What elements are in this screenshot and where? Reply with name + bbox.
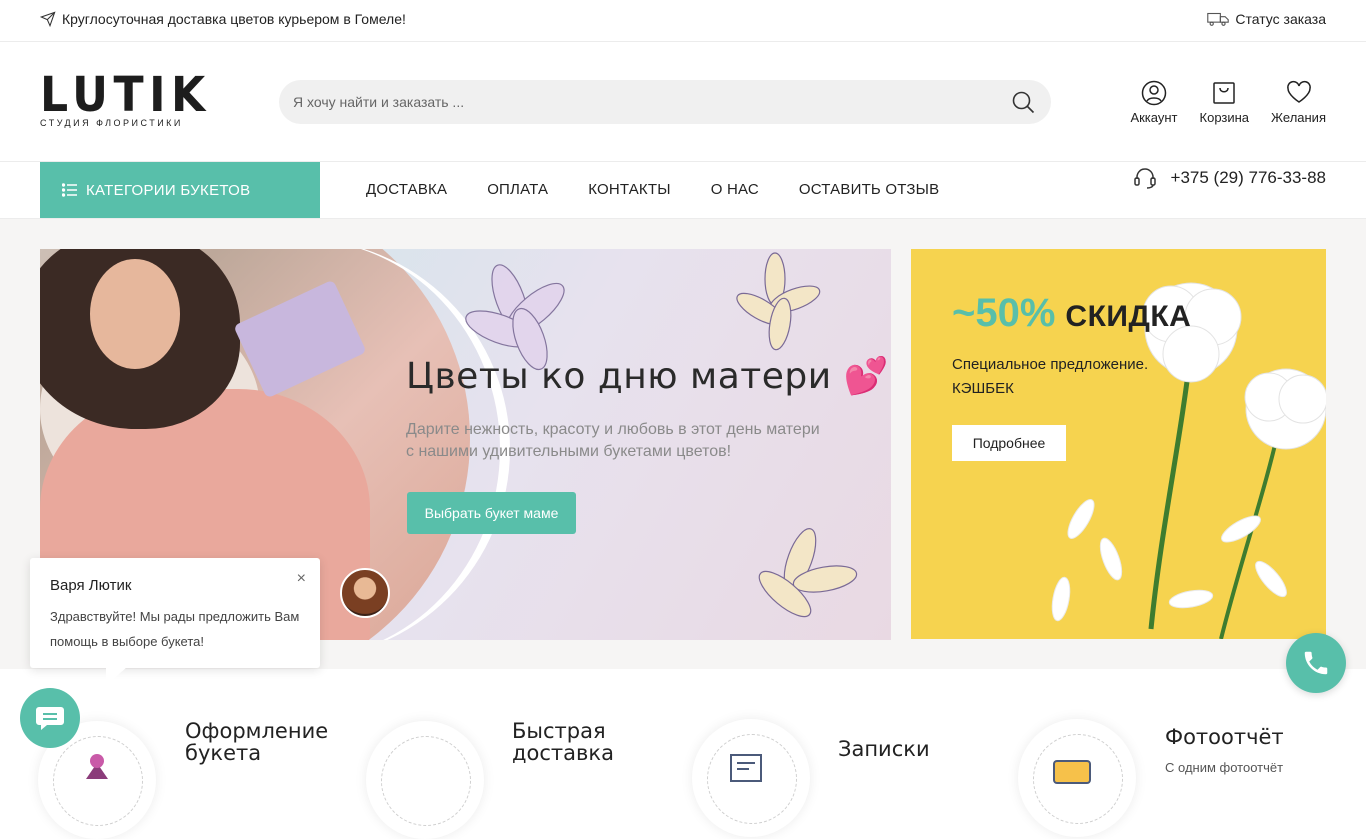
site-header: LUTIK СТУДИЯ ФЛОРИСТИКИ Аккаунт Корзина …	[0, 42, 1366, 162]
bouquet-icon	[86, 754, 108, 779]
delivery-text: Круглосуточная доставка цветов курьером …	[62, 11, 406, 27]
order-status-link[interactable]: Статус заказа	[1207, 11, 1326, 27]
nav-link-delivery[interactable]: ДОСТАВКА	[366, 181, 447, 198]
search-icon[interactable]	[1011, 90, 1035, 114]
promo-line-1: Специальное предложение.	[952, 356, 1149, 373]
promo-line-2: КЭШБЕК	[952, 380, 1014, 397]
note-icon	[730, 754, 762, 782]
feature-circle-delivery	[366, 721, 484, 839]
feature-circle-photo	[1018, 719, 1136, 837]
header-actions: Аккаунт Корзина Желания	[1130, 80, 1326, 125]
camera-icon	[1053, 760, 1091, 784]
promo-text: Специальное предложение. КЭШБЕК	[952, 353, 1148, 401]
promo-title: ~50% СКИДКА	[952, 291, 1191, 336]
categories-label: КАТЕГОРИИ БУКЕТОВ	[86, 181, 251, 199]
chat-agent-name: Варя Лютик	[50, 577, 132, 594]
cart-button[interactable]: Корзина	[1199, 80, 1250, 125]
phone-number: +375 (29) 776-33-88	[1170, 168, 1326, 187]
promo-word: СКИДКА	[1065, 300, 1192, 333]
feature-title-arrangement: Оформление букета	[185, 719, 329, 765]
flower-decoration-right	[736, 252, 821, 351]
phone-link[interactable]: +375 (29) 776-33-88	[1133, 166, 1326, 190]
main-nav: КАТЕГОРИИ БУКЕТОВ ДОСТАВКА ОПЛАТА КОНТАК…	[0, 162, 1366, 219]
list-icon	[62, 183, 77, 197]
feature-title-delivery: Быстрая доставка	[512, 719, 614, 765]
nav-links: ДОСТАВКА ОПЛАТА КОНТАКТЫ О НАС ОСТАВИТЬ …	[366, 181, 939, 198]
delivery-notice: Круглосуточная доставка цветов курьером …	[40, 11, 406, 27]
feature-title-notes: Записки	[838, 737, 930, 761]
account-label: Аккаунт	[1130, 110, 1178, 125]
nav-link-contacts[interactable]: КОНТАКТЫ	[588, 181, 671, 198]
promo-banner[interactable]: ~50% СКИДКА Специальное предложение. КЭШ…	[911, 249, 1326, 639]
call-button[interactable]	[1286, 633, 1346, 693]
logo[interactable]: LUTIK СТУДИЯ ФЛОРИСТИКИ	[40, 67, 211, 132]
feature-circle-notes	[692, 719, 810, 837]
search-bar	[279, 80, 1051, 124]
nav-link-payment[interactable]: ОПЛАТА	[487, 181, 548, 198]
bag-icon	[1213, 82, 1236, 104]
truck-icon	[1207, 12, 1230, 26]
choose-bouquet-button[interactable]: Выбрать букет маме	[407, 492, 576, 534]
phone-icon	[1304, 651, 1328, 675]
cart-label: Корзина	[1199, 110, 1250, 125]
wishlist-label: Желания	[1271, 110, 1326, 125]
heart-icon	[1286, 80, 1311, 103]
order-status-label: Статус заказа	[1235, 11, 1326, 27]
wishlist-button[interactable]: Желания	[1271, 80, 1326, 125]
flower-decoration-bottom	[758, 528, 858, 618]
account-button[interactable]: Аккаунт	[1130, 80, 1178, 125]
photo-face	[90, 259, 180, 369]
chat-message: Здравствуйте! Мы рады предложить Вам пом…	[50, 609, 300, 649]
close-icon[interactable]: ×	[297, 570, 306, 588]
search-input[interactable]	[293, 80, 993, 124]
paper-plane-icon	[40, 11, 56, 27]
chat-popup: Варя Лютик Здравствуйте! Мы рады предлож…	[30, 558, 320, 686]
headset-icon	[1133, 168, 1156, 189]
logo-main-text: LUTIK	[40, 67, 211, 123]
chat-agent-avatar[interactable]	[340, 568, 390, 618]
features-row: Оформление букета Быстрая доставка Запис…	[0, 669, 1366, 839]
banner-text: Дарите нежность, красоту и любовь в этот…	[406, 421, 820, 460]
nav-link-review[interactable]: ОСТАВИТЬ ОТЗЫВ	[799, 181, 939, 198]
user-icon	[1141, 80, 1167, 106]
chat-bubble-icon	[36, 707, 64, 730]
categories-button[interactable]: КАТЕГОРИИ БУКЕТОВ	[40, 162, 320, 218]
open-chat-button[interactable]	[20, 688, 80, 748]
banner-title: Цветы ко дню матери 💕	[406, 356, 889, 397]
promo-percent: ~50%	[952, 291, 1056, 335]
more-details-button[interactable]: Подробнее	[952, 425, 1066, 461]
feature-title-photo: Фотоотчёт	[1165, 725, 1284, 749]
nav-link-about[interactable]: О НАС	[711, 181, 759, 198]
top-bar: Круглосуточная доставка цветов курьером …	[0, 0, 1366, 42]
